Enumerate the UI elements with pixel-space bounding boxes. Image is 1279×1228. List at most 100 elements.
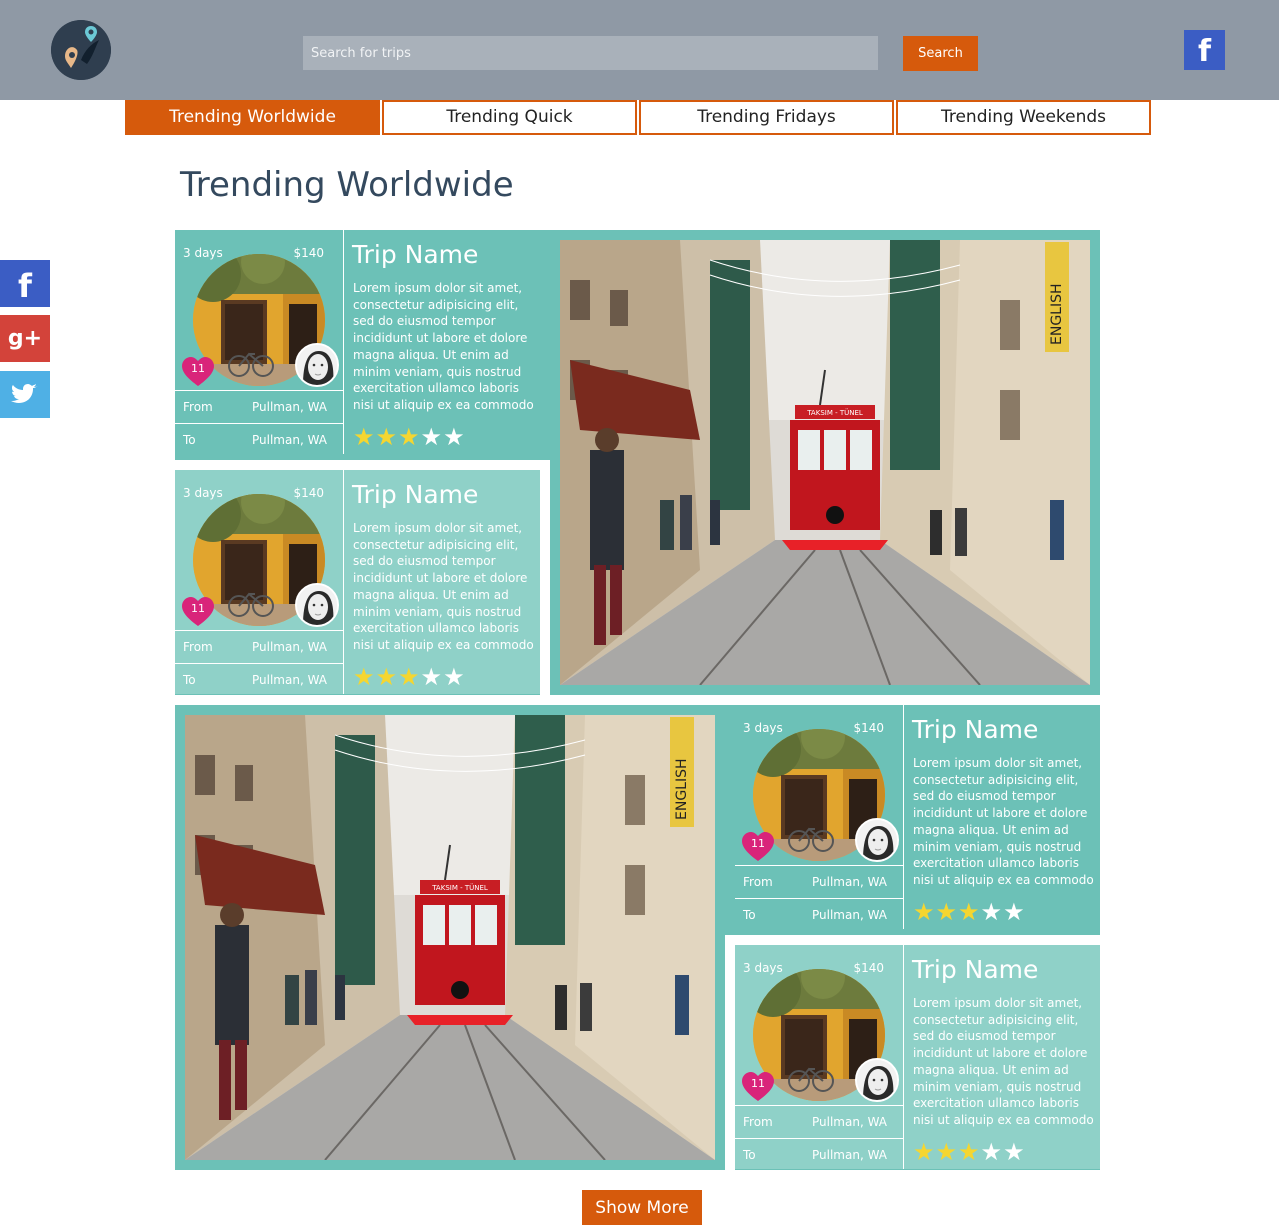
star-filled-icon[interactable]: ★ (376, 423, 399, 451)
from-row: From Pullman, WA (175, 390, 344, 423)
star-filled-icon[interactable]: ★ (936, 1138, 959, 1166)
to-row: To Pullman, WA (175, 663, 344, 696)
card-summary: 3 days $140 11 From Pullman, WA To Pullm… (735, 705, 904, 929)
svg-text:ENGLISH: ENGLISH (674, 758, 690, 820)
trip-duration: 3 days (743, 721, 783, 735)
trip-description: Lorem ipsum dolor sit amet, consectetur … (353, 521, 534, 652)
logo-icon[interactable] (51, 20, 111, 80)
from-row: From Pullman, WA (735, 865, 904, 898)
from-location: Pullman, WA (252, 400, 327, 414)
search-button[interactable]: Search (903, 36, 978, 71)
to-location: Pullman, WA (252, 433, 327, 447)
from-row: From Pullman, WA (175, 630, 344, 663)
to-label: To (183, 433, 196, 447)
section-divider (540, 460, 550, 695)
page: Search f Trending Worldwide Trending Qui… (0, 0, 1279, 1228)
star-filled-icon[interactable]: ★ (398, 423, 421, 451)
trip-card[interactable]: 3 days $140 11 From Pullman, WA To Pullm… (735, 945, 1100, 1169)
star-rating[interactable]: ★★★★★ (353, 424, 466, 450)
star-empty-icon[interactable]: ★ (1003, 1138, 1026, 1166)
star-rating[interactable]: ★★★★★ (913, 899, 1026, 925)
from-location: Pullman, WA (252, 640, 327, 654)
show-more-button[interactable]: Show More (582, 1190, 702, 1225)
google-plus-share-icon[interactable]: g+ (0, 315, 50, 362)
star-filled-icon[interactable]: ★ (398, 663, 421, 691)
heart-icon[interactable]: 11 (181, 596, 215, 628)
facebook-share-icon[interactable]: f (0, 260, 50, 307)
from-row: From Pullman, WA (735, 1105, 904, 1138)
from-label: From (743, 875, 773, 889)
star-filled-icon[interactable]: ★ (958, 898, 981, 926)
star-empty-icon[interactable]: ★ (421, 663, 444, 691)
star-filled-icon[interactable]: ★ (958, 1138, 981, 1166)
tab-trending-quick[interactable]: Trending Quick (382, 100, 637, 135)
tab-trending-fridays[interactable]: Trending Fridays (639, 100, 894, 135)
star-empty-icon[interactable]: ★ (443, 663, 466, 691)
trip-card[interactable]: 3 days $140 11 From Pullman, WA To Pullm… (735, 705, 1100, 929)
svg-text:ENGLISH: ENGLISH (1049, 283, 1065, 345)
trip-price: $140 (853, 721, 884, 735)
section-divider (725, 935, 735, 1170)
star-rating[interactable]: ★★★★★ (353, 664, 466, 690)
to-label: To (743, 1148, 756, 1162)
trip-description: Lorem ipsum dolor sit amet, consectetur … (353, 281, 534, 412)
star-filled-icon[interactable]: ★ (936, 898, 959, 926)
star-filled-icon[interactable]: ★ (376, 663, 399, 691)
from-label: From (183, 640, 213, 654)
star-filled-icon[interactable]: ★ (353, 663, 376, 691)
from-label: From (743, 1115, 773, 1129)
to-location: Pullman, WA (812, 1148, 887, 1162)
trip-price: $140 (293, 246, 324, 260)
section-divider (725, 935, 1100, 945)
star-filled-icon[interactable]: ★ (353, 423, 376, 451)
twitter-share-icon[interactable] (0, 371, 50, 418)
trip-description: Lorem ipsum dolor sit amet, consectetur … (913, 996, 1094, 1127)
star-empty-icon[interactable]: ★ (421, 423, 444, 451)
star-filled-icon[interactable]: ★ (913, 898, 936, 926)
trip-photo[interactable]: ENGLISH TAKSIM - TÜNEL (185, 715, 715, 1160)
to-label: To (183, 673, 196, 687)
card-summary: 3 days $140 11 From Pullman, WA To Pullm… (175, 470, 344, 694)
traveler-avatar[interactable] (855, 1058, 899, 1102)
svg-text:TAKSIM - TÜNEL: TAKSIM - TÜNEL (431, 883, 488, 892)
like-count: 11 (191, 362, 205, 375)
star-empty-icon[interactable]: ★ (443, 423, 466, 451)
trip-price: $140 (853, 961, 884, 975)
search-input[interactable] (303, 36, 878, 70)
street-tram-photo: ENGLISH TAKSIM - TÜNEL (185, 715, 715, 1160)
trip-card[interactable]: 3 days $140 11 From Pullman, WA To Pullm… (175, 230, 540, 454)
trip-price: $140 (293, 486, 324, 500)
to-location: Pullman, WA (812, 908, 887, 922)
star-rating[interactable]: ★★★★★ (913, 1139, 1026, 1165)
trip-name[interactable]: Trip Name (352, 480, 478, 509)
facebook-icon[interactable]: f (1184, 30, 1225, 70)
trip-name[interactable]: Trip Name (912, 715, 1038, 744)
tab-trending-weekends[interactable]: Trending Weekends (896, 100, 1151, 135)
from-location: Pullman, WA (812, 875, 887, 889)
card-summary: 3 days $140 11 From Pullman, WA To Pullm… (735, 945, 904, 1169)
from-label: From (183, 400, 213, 414)
heart-icon[interactable]: 11 (741, 1071, 775, 1103)
traveler-avatar[interactable] (295, 583, 339, 627)
trip-duration: 3 days (183, 486, 223, 500)
traveler-avatar[interactable] (855, 818, 899, 862)
star-filled-icon[interactable]: ★ (913, 1138, 936, 1166)
trip-name[interactable]: Trip Name (912, 955, 1038, 984)
traveler-avatar[interactable] (295, 343, 339, 387)
star-empty-icon[interactable]: ★ (981, 1138, 1004, 1166)
like-count: 11 (751, 837, 765, 850)
star-empty-icon[interactable]: ★ (981, 898, 1004, 926)
trip-name[interactable]: Trip Name (352, 240, 478, 269)
star-empty-icon[interactable]: ★ (1003, 898, 1026, 926)
tab-trending-worldwide[interactable]: Trending Worldwide (125, 100, 380, 135)
heart-icon[interactable]: 11 (181, 356, 215, 388)
to-row: To Pullman, WA (735, 898, 904, 931)
to-row: To Pullman, WA (175, 423, 344, 456)
header-bar: Search f (0, 0, 1279, 100)
trip-photo[interactable]: ENGLISH TAKSIM - TÜNEL (560, 240, 1090, 685)
trip-card[interactable]: 3 days $140 11 From Pullman, WA To Pullm… (175, 470, 540, 694)
heart-icon[interactable]: 11 (741, 831, 775, 863)
like-count: 11 (191, 602, 205, 615)
to-label: To (743, 908, 756, 922)
card-summary: 3 days $140 11 From Pullman, WA To Pullm… (175, 230, 344, 454)
